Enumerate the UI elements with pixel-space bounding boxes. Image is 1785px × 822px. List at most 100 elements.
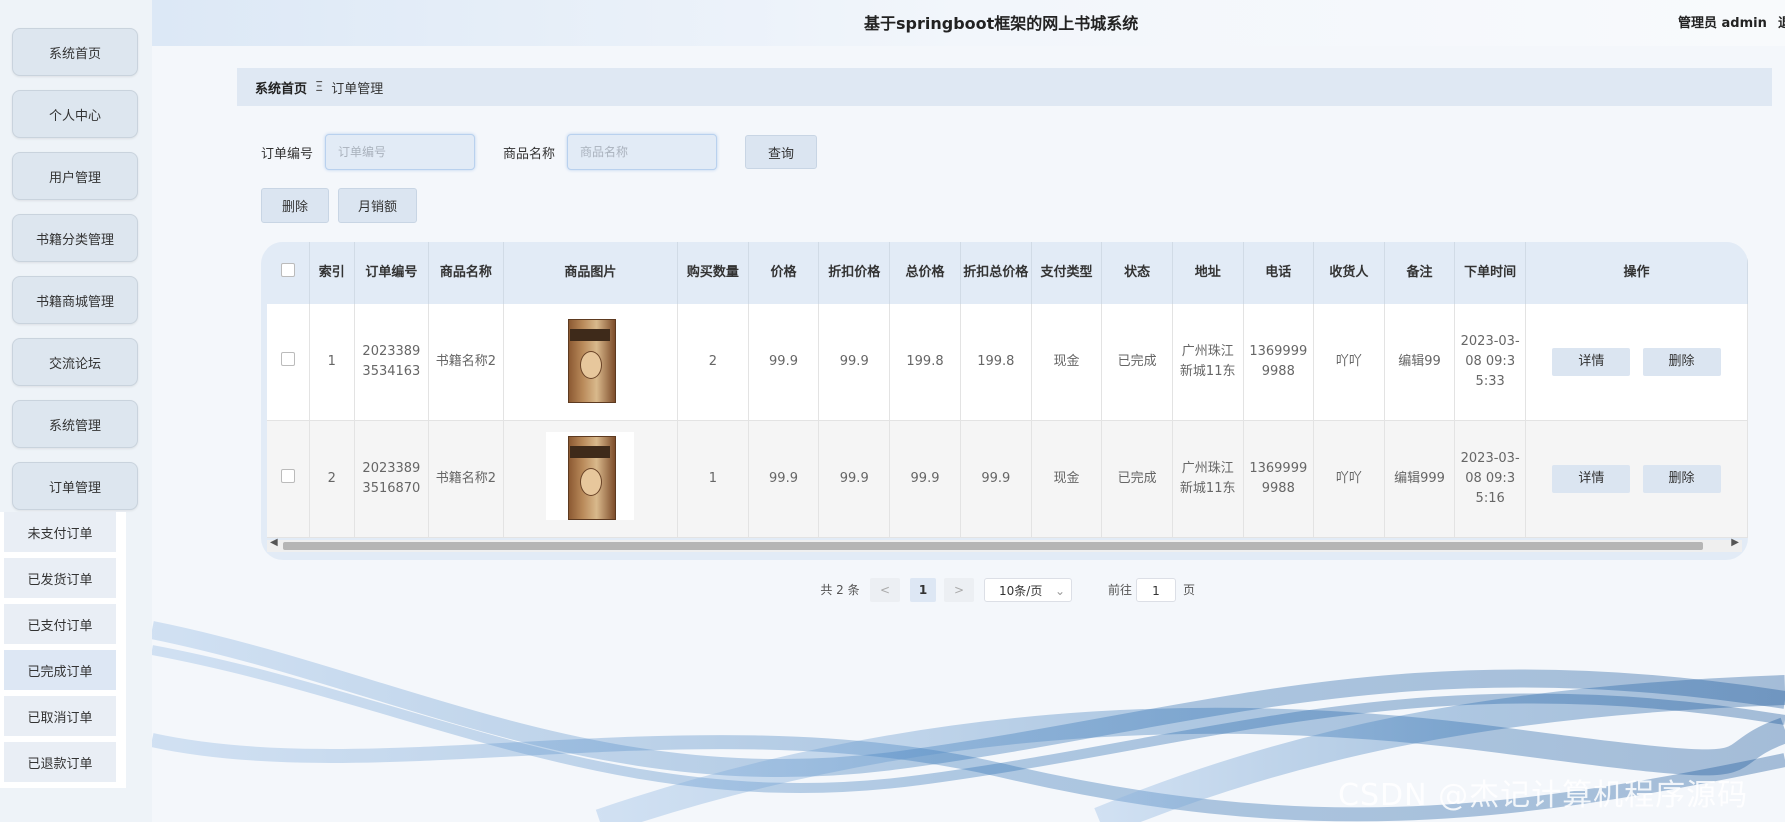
sidebar-item-personal-center[interactable]: 个人中心 — [12, 90, 138, 138]
sidebar-item-label: 交流论坛 — [48, 356, 101, 372]
table-row: 1 20233893534163 书籍名称2 2 99.9 99.9 199.8… — [267, 304, 1748, 421]
order-number-label: 订单编号 — [261, 147, 314, 162]
book-cover-image — [546, 314, 635, 403]
note-cell: 编辑999 — [1384, 420, 1456, 538]
submenu-item-cancelled[interactable]: 已取消订单 — [4, 696, 116, 736]
pagination-total: 共 2 条 — [820, 583, 860, 597]
batch-delete-button[interactable]: 删除 — [261, 188, 329, 223]
submenu-item-completed[interactable]: 已完成订单 — [4, 650, 116, 690]
row-select-cell — [267, 420, 310, 538]
breadcrumb: 系统首页 Ξ 订单管理 — [237, 68, 1772, 106]
col-header: 折扣价格 — [818, 242, 891, 304]
col-header: 索引 — [309, 242, 355, 304]
breadcrumb-separator: Ξ — [315, 79, 324, 95]
row-checkbox[interactable] — [280, 468, 295, 483]
quantity-cell: 2 — [677, 304, 749, 421]
submenu-item-paid[interactable]: 已支付订单 — [4, 604, 116, 644]
chevron-down-icon: ⌄ — [1054, 584, 1065, 598]
goto-page-input[interactable]: 1 — [1136, 578, 1176, 602]
sidebar-item-orders[interactable]: 订单管理 — [12, 462, 138, 510]
row-checkbox[interactable] — [280, 351, 295, 366]
col-header: 购买数量 — [677, 242, 749, 304]
sidebar-item-label: 用户管理 — [48, 170, 101, 186]
detail-button[interactable]: 详情 — [1552, 348, 1631, 376]
order-time-cell: 2023-03-08 09:35:33 — [1454, 304, 1526, 421]
receiver-cell: 吖吖 — [1313, 304, 1385, 421]
sidebar-item-forum[interactable]: 交流论坛 — [12, 338, 138, 386]
sidebar: 系统首页 个人中心 用户管理 书籍分类管理 书籍商城管理 交流论坛 系统管理 订… — [0, 0, 152, 822]
product-name-input[interactable] — [567, 134, 717, 170]
quantity-cell: 1 — [677, 420, 749, 538]
sidebar-item-book-store[interactable]: 书籍商城管理 — [12, 276, 138, 324]
col-header: 操作 — [1525, 242, 1748, 304]
page-1-button[interactable]: 1 — [910, 578, 936, 602]
sidebar-item-book-category[interactable]: 书籍分类管理 — [12, 214, 138, 262]
submenu-item-refunded[interactable]: 已退款订单 — [4, 742, 116, 782]
order-number-input[interactable] — [325, 134, 475, 170]
app-title: 基于springboot框架的网上书城系统 — [864, 14, 1139, 33]
product-name-label: 商品名称 — [503, 147, 556, 162]
phone-cell: 13699999988 — [1243, 304, 1315, 421]
sidebar-item-home[interactable]: 系统首页 — [12, 28, 138, 76]
submenu-item-shipped[interactable]: 已发货订单 — [4, 558, 116, 598]
receiver-cell: 吖吖 — [1313, 420, 1385, 538]
page-size-value: 10条/页 — [999, 584, 1043, 598]
query-button[interactable]: 查询 — [745, 135, 817, 169]
col-header: 商品名称 — [428, 242, 504, 304]
next-page-button[interactable]: > — [944, 578, 974, 602]
top-header: 基于springboot框架的网上书城系统 管理员 admin 退 — [152, 0, 1785, 46]
product-name-cell: 书籍名称2 — [428, 420, 504, 538]
breadcrumb-home[interactable]: 系统首页 — [255, 78, 307, 97]
sidebar-item-user-management[interactable]: 用户管理 — [12, 152, 138, 200]
table-row: 2 20233893516870 书籍名称2 1 99.9 99.9 99.9 … — [267, 420, 1748, 538]
orders-table: 索引 订单编号 商品名称 商品图片 购买数量 价格 折扣价格 总价格 折扣总价格… — [261, 242, 1748, 560]
select-all-checkbox[interactable] — [280, 263, 295, 277]
index-cell: 2 — [309, 420, 355, 538]
logout-link[interactable]: 退 — [1778, 12, 1785, 31]
discount-price-cell: 99.9 — [818, 420, 891, 538]
col-header: 状态 — [1101, 242, 1173, 304]
pay-type-cell: 现金 — [1031, 304, 1103, 421]
goto-suffix: 页 — [1182, 583, 1195, 597]
col-header: 下单时间 — [1454, 242, 1526, 304]
address-cell: 广州珠江新城11东 — [1172, 304, 1244, 421]
monthly-sales-button[interactable]: 月销额 — [338, 188, 417, 223]
submenu-item-unpaid[interactable]: 未支付订单 — [4, 512, 116, 552]
goto-prefix: 前往 — [1107, 583, 1132, 597]
detail-button[interactable]: 详情 — [1552, 465, 1631, 493]
discount-total-cell: 199.8 — [960, 304, 1032, 421]
phone-cell: 13699999988 — [1243, 420, 1315, 538]
address-cell: 广州珠江新城11东 — [1172, 420, 1244, 538]
col-header: 总价格 — [889, 242, 961, 304]
page-size-select[interactable]: 10条/页 ⌄ — [984, 578, 1072, 602]
submenu-item-label: 已完成订单 — [27, 664, 93, 680]
product-image-cell — [503, 420, 679, 538]
col-header: 地址 — [1172, 242, 1244, 304]
scrollbar-thumb[interactable] — [283, 542, 1703, 550]
select-all-header[interactable] — [267, 242, 310, 304]
scroll-left-icon[interactable]: ◀ — [270, 537, 278, 548]
prev-page-button[interactable]: < — [870, 578, 900, 602]
price-cell: 99.9 — [748, 304, 820, 421]
watermark-text: CSDN @杰记计算机程序源码 — [1338, 778, 1749, 813]
sidebar-item-system[interactable]: 系统管理 — [12, 400, 138, 448]
horizontal-scrollbar[interactable]: ◀ ▶ — [267, 537, 1742, 552]
search-bar: 订单编号 商品名称 查询 — [261, 132, 861, 172]
book-cover-image — [546, 431, 635, 520]
col-header: 备注 — [1384, 242, 1456, 304]
status-cell: 已完成 — [1101, 304, 1173, 421]
breadcrumb-current: 订单管理 — [331, 81, 384, 97]
operations-cell: 详情 删除 — [1525, 420, 1748, 538]
col-header: 收货人 — [1313, 242, 1385, 304]
row-select-cell — [267, 304, 310, 421]
orders-submenu: 未支付订单 已发货订单 已支付订单 已完成订单 已取消订单 已退款订单 — [0, 512, 126, 788]
product-image-cell — [503, 304, 679, 421]
table-header-row: 索引 订单编号 商品名称 商品图片 购买数量 价格 折扣价格 总价格 折扣总价格… — [267, 242, 1748, 304]
scroll-right-icon[interactable]: ▶ — [1731, 537, 1739, 548]
delete-button[interactable]: 删除 — [1642, 348, 1721, 376]
col-header: 订单编号 — [354, 242, 430, 304]
discount-price-cell: 99.9 — [818, 304, 891, 421]
submenu-item-label: 已发货订单 — [27, 572, 93, 588]
delete-button[interactable]: 删除 — [1642, 465, 1721, 493]
order-time-cell: 2023-03-08 09:35:16 — [1454, 420, 1526, 538]
